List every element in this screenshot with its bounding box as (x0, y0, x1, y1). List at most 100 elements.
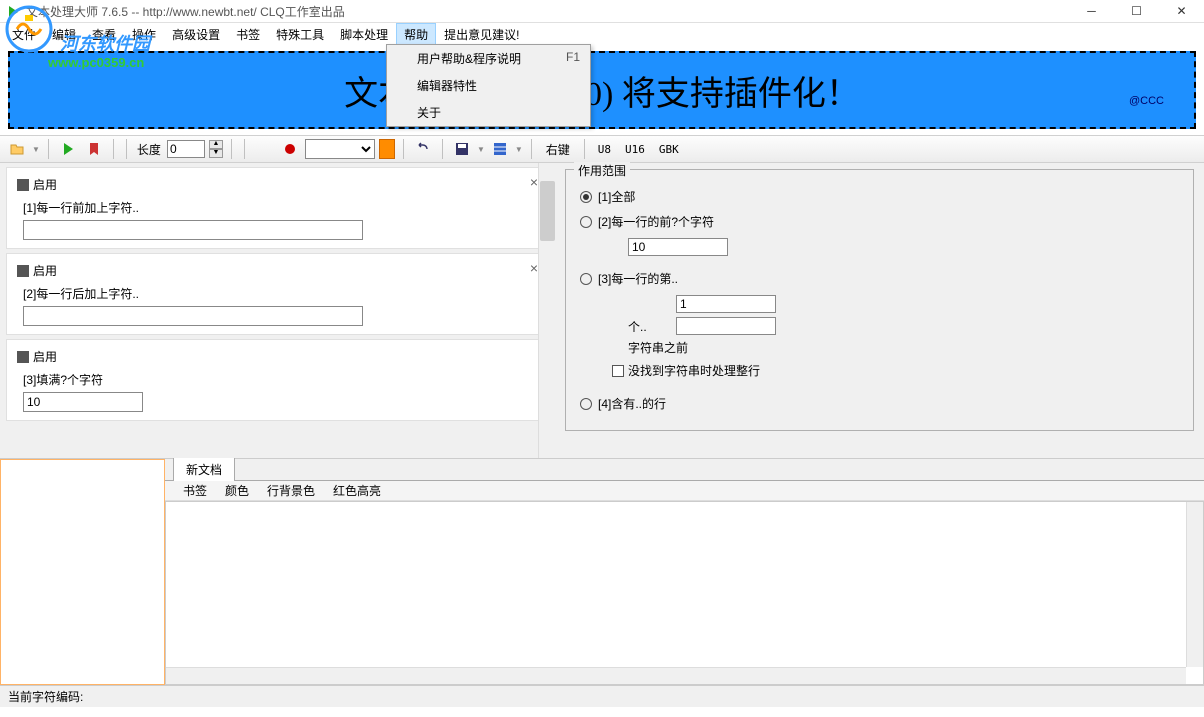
titlebar: 文本处理大师 7.6.5 -- http://www.newbt.net/ CL… (0, 0, 1204, 23)
dd-shortcut: F1 (566, 50, 580, 67)
editor-panel: 新文档 书签 颜色 行背景色 红色高亮 (165, 459, 1204, 685)
checkbox-icon (17, 351, 29, 363)
dd-label: 编辑器特性 (417, 77, 477, 94)
rule-block-2: 启用 × [2]每一行后加上字符.. (6, 253, 547, 335)
rule-label-3: [3]填满?个字符 (23, 371, 536, 388)
tab-new-doc[interactable]: 新文档 (173, 457, 235, 481)
scope-opt-prefix[interactable]: [2]每一行的前?个字符 (580, 213, 1179, 230)
sub-color[interactable]: 颜色 (225, 482, 249, 499)
grid-button[interactable] (489, 138, 511, 160)
folder-open-icon (9, 141, 25, 157)
menu-action[interactable]: 操作 (124, 23, 164, 46)
menu-script[interactable]: 脚本处理 (332, 23, 396, 46)
red-dot-button[interactable] (279, 138, 301, 160)
play-button[interactable] (57, 138, 79, 160)
scope-notfound-check[interactable]: 没找到字符串时处理整行 (612, 362, 1179, 379)
orange-button[interactable] (379, 139, 395, 159)
spin-up-icon[interactable]: ▲ (209, 140, 223, 149)
undo-icon (415, 141, 431, 157)
toolbar: ▼ 长度 ▲ ▼ ▼ ▼ 右键 U8 U16 GBK (0, 135, 1204, 163)
rule-enable-1[interactable]: 启用 (17, 176, 536, 193)
dd-user-help[interactable]: 用户帮助&程序说明 F1 (387, 45, 590, 72)
play-icon (60, 141, 76, 157)
scope-opt-contains[interactable]: [4]含有..的行 (580, 395, 1179, 412)
blank-button-1[interactable] (253, 138, 275, 160)
undo-button[interactable] (412, 138, 434, 160)
banner-ccc: @CCC (1129, 95, 1164, 107)
scope-panel: 作用范围 [1]全部 [2]每一行的前?个字符 [3]每一行的第.. 个.. 字… (555, 163, 1204, 458)
scope-legend: 作用范围 (574, 162, 630, 179)
length-spinner[interactable]: ▲ ▼ (209, 140, 223, 158)
menu-special[interactable]: 特殊工具 (268, 23, 332, 46)
menu-bookmark[interactable]: 书签 (228, 23, 268, 46)
rule-label-2: [2]每一行后加上字符.. (23, 285, 536, 302)
menu-feedback[interactable]: 提出意见建议! (436, 23, 527, 46)
sub-red-highlight[interactable]: 红色高亮 (333, 482, 381, 499)
dd-editor-features[interactable]: 编辑器特性 (387, 72, 590, 99)
rule-block-1: 启用 × [1]每一行前加上字符.. (6, 167, 547, 249)
encoding-gbk[interactable]: GBK (654, 140, 684, 159)
rule-input-2[interactable] (23, 306, 363, 326)
rule-close-2[interactable]: × (530, 260, 538, 276)
app-icon (6, 4, 20, 18)
scope-opt-all[interactable]: [1]全部 (580, 188, 1179, 205)
radio-icon (580, 191, 592, 203)
document-tabs: 新文档 (165, 459, 1204, 481)
sub-bookmark[interactable]: 书签 (183, 482, 207, 499)
rule-enable-2[interactable]: 启用 (17, 262, 536, 279)
checkbox-icon (612, 365, 624, 377)
dropdown-arrow-icon[interactable]: ▼ (477, 145, 485, 154)
bookmark-toolbar-button[interactable] (83, 138, 105, 160)
menu-edit[interactable]: 编辑 (44, 23, 84, 46)
rule-close-1[interactable]: × (530, 174, 538, 190)
grid-icon (492, 141, 508, 157)
minimize-button[interactable]: ─ (1069, 0, 1114, 23)
bookmark-icon (86, 141, 102, 157)
right-key-button[interactable]: 右键 (540, 139, 576, 160)
maximize-button[interactable]: ☐ (1114, 0, 1159, 23)
length-input[interactable] (167, 140, 205, 158)
scope-prefix-input[interactable] (628, 238, 728, 256)
dropdown-arrow-icon[interactable]: ▼ (515, 145, 523, 154)
file-list-panel[interactable] (0, 459, 165, 685)
editor-scrollbar-h[interactable] (166, 667, 1186, 684)
sub-line-bg[interactable]: 行背景色 (267, 482, 315, 499)
bottom-area: 新文档 书签 颜色 行背景色 红色高亮 (0, 458, 1204, 685)
spin-down-icon[interactable]: ▼ (209, 149, 223, 158)
dd-label: 用户帮助&程序说明 (417, 50, 521, 67)
encoding-u8[interactable]: U8 (593, 140, 616, 159)
text-editor[interactable] (165, 501, 1204, 685)
rule-input-1[interactable] (23, 220, 363, 240)
menu-file[interactable]: 文件 (4, 23, 44, 46)
editor-scrollbar-v[interactable] (1186, 502, 1203, 667)
radio-icon (580, 216, 592, 228)
dd-about[interactable]: 关于 (387, 99, 590, 126)
scope-opt-nth[interactable]: [3]每一行的第.. (580, 270, 1179, 287)
dropdown-arrow-icon[interactable]: ▼ (32, 145, 40, 154)
menu-help[interactable]: 帮助 (396, 23, 436, 46)
red-circle-icon (282, 141, 298, 157)
rules-panel: 启用 × [1]每一行前加上字符.. 启用 × [2]每一行后加上字符.. 启用… (0, 163, 555, 458)
checkbox-icon (17, 179, 29, 191)
menu-advanced[interactable]: 高级设置 (164, 23, 228, 46)
save-button[interactable] (451, 138, 473, 160)
rule-enable-3[interactable]: 启用 (17, 348, 536, 365)
menu-view[interactable]: 查看 (84, 23, 124, 46)
checkbox-icon (17, 265, 29, 277)
scope-nth-input2[interactable] (676, 317, 776, 335)
encoding-u16[interactable]: U16 (620, 140, 650, 159)
close-button[interactable]: ✕ (1159, 0, 1204, 23)
toolbar-select[interactable] (305, 139, 375, 159)
help-dropdown: 用户帮助&程序说明 F1 编辑器特性 关于 (386, 44, 591, 127)
radio-icon (580, 398, 592, 410)
rule-input-3[interactable] (23, 392, 143, 412)
rules-scrollbar[interactable] (538, 163, 555, 458)
scope-before-label: 字符串之前 (628, 339, 688, 356)
statusbar: 当前字符编码: (0, 685, 1204, 707)
scope-unit-label: 个.. (628, 318, 668, 335)
scope-nth-input1[interactable] (676, 295, 776, 313)
window-title: 文本处理大师 7.6.5 -- http://www.newbt.net/ CL… (26, 3, 1069, 20)
status-encoding-label: 当前字符编码: (8, 688, 83, 705)
open-button[interactable] (6, 138, 28, 160)
main-area: 启用 × [1]每一行前加上字符.. 启用 × [2]每一行后加上字符.. 启用… (0, 163, 1204, 458)
